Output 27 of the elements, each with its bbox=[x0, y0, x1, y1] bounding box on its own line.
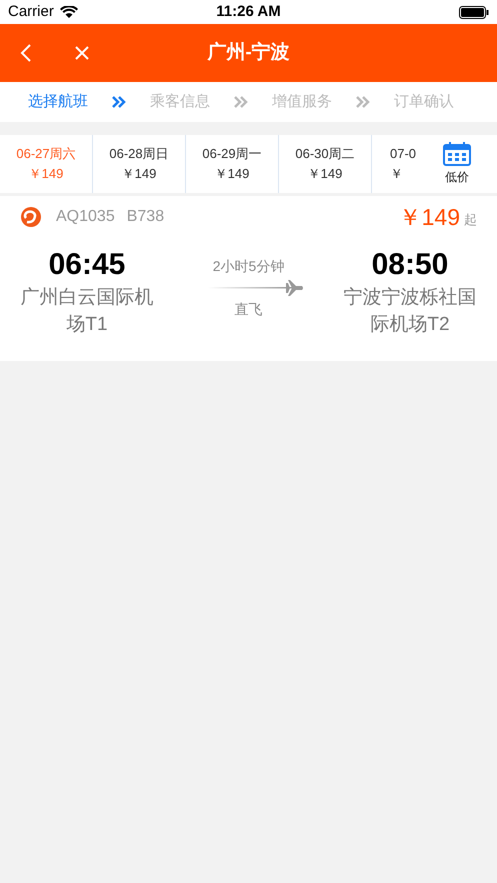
date-tab[interactable]: 06-29周一 ￥149 bbox=[186, 135, 279, 193]
arrival-airport: 宁波宁波栎社国际机场T2 bbox=[342, 286, 478, 337]
stop-type: 直飞 bbox=[234, 300, 262, 319]
flight-number: AQ1035 bbox=[56, 207, 115, 227]
date-tab[interactable]: 07-0 ￥ bbox=[372, 135, 422, 193]
carrier-label: Carrier bbox=[8, 2, 54, 22]
chevron-icon bbox=[356, 96, 370, 108]
arrival-time: 08:50 bbox=[372, 248, 448, 282]
date-tab[interactable]: 06-30周二 ￥149 bbox=[279, 135, 372, 193]
close-icon bbox=[74, 45, 90, 61]
calendar-icon bbox=[443, 142, 471, 166]
chevron-icon bbox=[234, 96, 248, 108]
step-tab[interactable]: 选择航班 bbox=[28, 90, 88, 114]
date-tab[interactable]: 06-28周日 ￥149 bbox=[93, 135, 186, 193]
clock-label: 11:26 AM bbox=[216, 2, 281, 22]
chevron-icon bbox=[112, 96, 126, 108]
flight-price: ￥149 bbox=[398, 202, 460, 232]
battery-icon bbox=[459, 6, 489, 18]
page-title: 广州-宁波 bbox=[207, 40, 290, 65]
back-icon bbox=[20, 43, 32, 63]
airline-logo-icon bbox=[20, 206, 42, 228]
departure-time: 06:45 bbox=[48, 248, 126, 282]
departure-airport: 广州白云国际机场T1 bbox=[20, 286, 154, 337]
aircraft-type: B738 bbox=[126, 207, 164, 227]
flight-duration: 2小时5分钟 bbox=[212, 257, 284, 276]
wifi-icon bbox=[60, 6, 78, 18]
price-suffix: 起 bbox=[464, 211, 477, 230]
